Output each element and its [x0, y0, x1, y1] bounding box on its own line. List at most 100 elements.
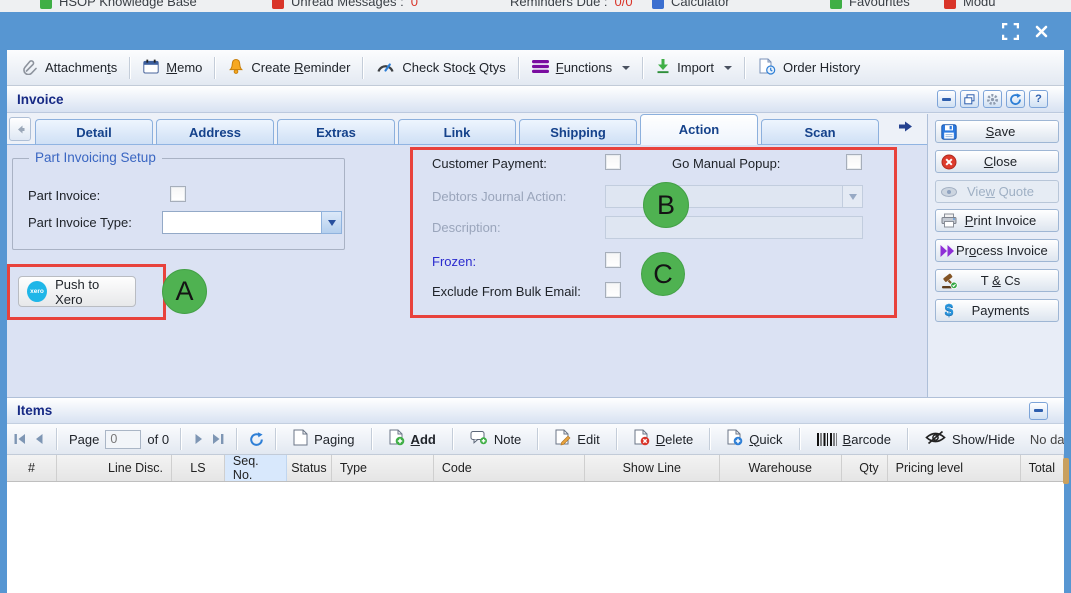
- help-icon[interactable]: ?: [1029, 90, 1048, 108]
- t-and-cs-button[interactable]: T & Cs: [935, 269, 1059, 292]
- memo-button[interactable]: Memo: [136, 55, 209, 81]
- payments-button[interactable]: $ Payments: [935, 299, 1059, 322]
- column-header-total[interactable]: Total: [1020, 455, 1064, 481]
- first-page-icon[interactable]: [13, 429, 27, 449]
- functions-button[interactable]: Functions: [525, 55, 637, 81]
- process-invoice-button[interactable]: Process Invoice: [935, 239, 1059, 262]
- tab-scroll-left-icon[interactable]: [9, 117, 31, 141]
- favourites-icon: [830, 0, 842, 9]
- toolbar-separator: [615, 428, 618, 450]
- add-button[interactable]: Add: [384, 426, 441, 452]
- fullscreen-icon[interactable]: [1001, 22, 1020, 43]
- part-invoice-type-label: Part Invoice Type:: [28, 215, 132, 230]
- scrollbar-thumb[interactable]: [1063, 458, 1069, 484]
- column-header-show-line[interactable]: Show Line: [584, 455, 720, 481]
- column-header-line-disc[interactable]: Line Disc.: [56, 455, 172, 481]
- tab-shipping[interactable]: Shipping: [519, 119, 637, 145]
- top-strip-item[interactable]: Modu: [944, 0, 996, 9]
- view-quote-label: View Quote: [967, 184, 1034, 199]
- tab-scan[interactable]: Scan: [761, 119, 879, 145]
- minimize-icon[interactable]: [1029, 401, 1048, 420]
- refresh-icon[interactable]: [1006, 90, 1025, 108]
- delete-label: Delete: [655, 431, 694, 447]
- quick-button[interactable]: Quick: [722, 426, 787, 452]
- column-header-qty[interactable]: Qty: [841, 455, 888, 481]
- show-hide-label: Show/Hide: [951, 431, 1015, 447]
- print-invoice-button[interactable]: Print Invoice: [935, 209, 1059, 232]
- column-header-warehouse[interactable]: Warehouse: [719, 455, 842, 481]
- go-manual-popup-checkbox[interactable]: [846, 154, 862, 170]
- toolbar-separator: [56, 428, 58, 450]
- view-quote-button[interactable]: View Quote: [935, 180, 1059, 203]
- save-button[interactable]: Save: [935, 120, 1059, 143]
- column-header-seq-no[interactable]: Seq. No.: [224, 454, 287, 482]
- modal-titlebar: [0, 12, 1071, 50]
- last-page-icon[interactable]: [211, 429, 225, 449]
- refresh-icon[interactable]: [249, 429, 264, 449]
- tab-scroll-right-icon[interactable]: [898, 120, 913, 136]
- tab-action[interactable]: Action: [640, 114, 758, 145]
- show-hide-button[interactable]: Show/Hide: [920, 427, 1020, 451]
- delete-button[interactable]: Delete: [629, 426, 699, 452]
- minimize-icon[interactable]: [937, 90, 956, 108]
- top-strip-item[interactable]: Unread Messages : 0: [272, 0, 418, 9]
- top-strip-item[interactable]: Calculator: [652, 0, 730, 9]
- create-reminder-button[interactable]: Create Reminder: [221, 54, 357, 82]
- attachments-button[interactable]: Attachments: [15, 54, 124, 82]
- note-label: Note: [493, 431, 522, 447]
- top-strip-item[interactable]: HSOP Knowledge Base: [40, 0, 197, 9]
- tab-detail[interactable]: Detail: [35, 119, 153, 145]
- column-header-pricing-level[interactable]: Pricing level: [887, 455, 1021, 481]
- barcode-button[interactable]: Barcode: [812, 429, 896, 450]
- memo-label: Memo: [166, 60, 203, 75]
- toolbar-separator: [798, 428, 801, 450]
- chevron-down-icon: [723, 65, 732, 74]
- paging-button[interactable]: Paging: [288, 426, 359, 452]
- push-to-xero-button[interactable]: xero Push to Xero: [18, 276, 136, 307]
- items-grid-body[interactable]: [7, 482, 1064, 593]
- next-page-icon[interactable]: [193, 429, 205, 449]
- close-button[interactable]: Close: [935, 150, 1059, 173]
- part-invoice-type-select[interactable]: [162, 211, 342, 234]
- page-label: Page: [69, 431, 100, 447]
- fieldset-legend: Part Invoicing Setup: [29, 150, 162, 165]
- toolbar-separator: [451, 428, 454, 450]
- customer-payment-checkbox[interactable]: [605, 154, 621, 170]
- column-header-label: Type: [339, 461, 368, 475]
- description-field[interactable]: [605, 216, 863, 239]
- menu-icon: [531, 59, 549, 77]
- column-header-code[interactable]: Code: [433, 455, 585, 481]
- order-history-button[interactable]: Order History: [751, 54, 867, 82]
- toolbar-separator: [275, 428, 278, 450]
- settings-icon[interactable]: [983, 90, 1002, 108]
- close-icon[interactable]: [1035, 25, 1048, 41]
- import-button[interactable]: Import: [649, 54, 739, 81]
- column-header-[interactable]: #: [7, 455, 57, 481]
- tab-address[interactable]: Address: [156, 119, 274, 145]
- frozen-checkbox[interactable]: [605, 252, 621, 268]
- items-grid-header: # Line Disc. LS Seq. No. Status Type Code Show …: [7, 454, 1064, 482]
- toolbar-separator: [517, 56, 520, 79]
- part-invoice-checkbox[interactable]: [170, 186, 186, 202]
- check-stock-qtys-button[interactable]: Check Stock Qtys: [369, 55, 512, 80]
- gauge-icon: [376, 59, 395, 76]
- column-header-label: Total: [1028, 461, 1056, 475]
- exclude-bulk-email-checkbox[interactable]: [605, 282, 621, 298]
- toolbar-separator: [362, 56, 365, 79]
- edit-button[interactable]: Edit: [550, 426, 604, 452]
- restore-icon[interactable]: [960, 90, 979, 108]
- note-button[interactable]: Note: [465, 427, 526, 451]
- tab-link[interactable]: Link: [398, 119, 516, 145]
- save-label: Save: [985, 124, 1016, 139]
- column-header-status[interactable]: Status: [286, 455, 332, 481]
- column-header-type[interactable]: Type: [331, 455, 434, 481]
- top-strip-item[interactable]: Reminders Due : 0/0: [510, 0, 633, 9]
- column-header-label: LS: [190, 461, 206, 475]
- page-input[interactable]: [105, 429, 142, 449]
- top-strip-item[interactable]: Favourites: [830, 0, 910, 9]
- add-document-icon: [389, 429, 405, 449]
- prev-page-icon[interactable]: [33, 429, 45, 449]
- tab-extras[interactable]: Extras: [277, 119, 395, 145]
- items-title: Items: [17, 403, 53, 418]
- column-header-ls[interactable]: LS: [171, 455, 225, 481]
